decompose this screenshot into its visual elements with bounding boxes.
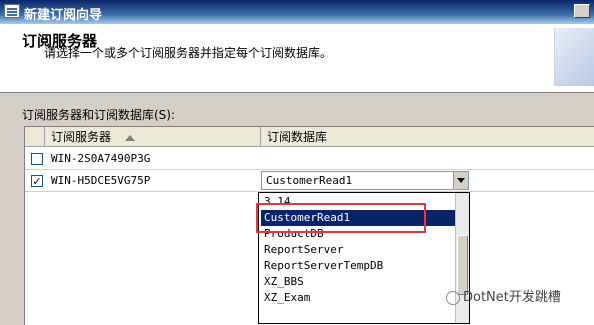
chevron-down-icon[interactable]: [453, 172, 468, 189]
server-cell: WIN-H5DCE5VG75P: [51, 174, 151, 187]
checkbox-column-header: [25, 127, 45, 147]
wizard-graphic: [554, 28, 594, 86]
row-checkbox[interactable]: ✓: [31, 175, 43, 187]
window-icon: [4, 4, 20, 18]
table-row[interactable]: WIN-2S0A7490P3G: [25, 148, 594, 170]
wizard-header: 订阅服务器 请选择一个或多个订阅服务器并指定每个订阅数据库。: [0, 24, 594, 93]
column-header-label: 订阅数据库: [267, 130, 328, 144]
checkbox-cell: [25, 148, 45, 170]
dropdown-option[interactable]: XZ_BBS: [261, 274, 457, 290]
column-header-database[interactable]: 订阅数据库: [261, 127, 594, 147]
dropdown-option[interactable]: ReportServer: [261, 242, 457, 258]
sort-ascending-icon: [124, 134, 135, 141]
column-header-subscriber[interactable]: 订阅服务器: [45, 127, 261, 147]
page-subtitle: 请选择一个或多个订阅服务器并指定每个订阅数据库。: [44, 46, 333, 60]
dropdown-option[interactable]: ReportServerTempDB: [261, 258, 457, 274]
combobox-value: CustomerRead1: [266, 174, 353, 187]
database-combobox[interactable]: CustomerRead1: [261, 171, 469, 190]
wechat-icon: [446, 290, 460, 305]
annotation-highlight-box: [256, 203, 426, 233]
title-bar[interactable]: 新建订阅向导: [0, 0, 594, 24]
column-header-label: 订阅服务器: [51, 130, 112, 144]
row-checkbox[interactable]: [31, 153, 43, 165]
server-cell: WIN-2S0A7490P3G: [51, 152, 151, 165]
window-control-button[interactable]: [574, 4, 590, 18]
checkbox-cell: ✓: [25, 170, 45, 192]
database-cell: [265, 148, 465, 170]
watermark-text: DotNet开发跳槽: [463, 290, 561, 305]
dropdown-option[interactable]: XZ_Exam: [261, 290, 457, 306]
table-row[interactable]: ✓ WIN-H5DCE5VG75P CustomerRead1: [25, 170, 594, 192]
watermark: DotNet开发跳槽: [446, 286, 561, 305]
grid-label: 订阅服务器和订阅数据库(S):: [22, 108, 176, 122]
window-title: 新建订阅向导: [24, 8, 103, 23]
